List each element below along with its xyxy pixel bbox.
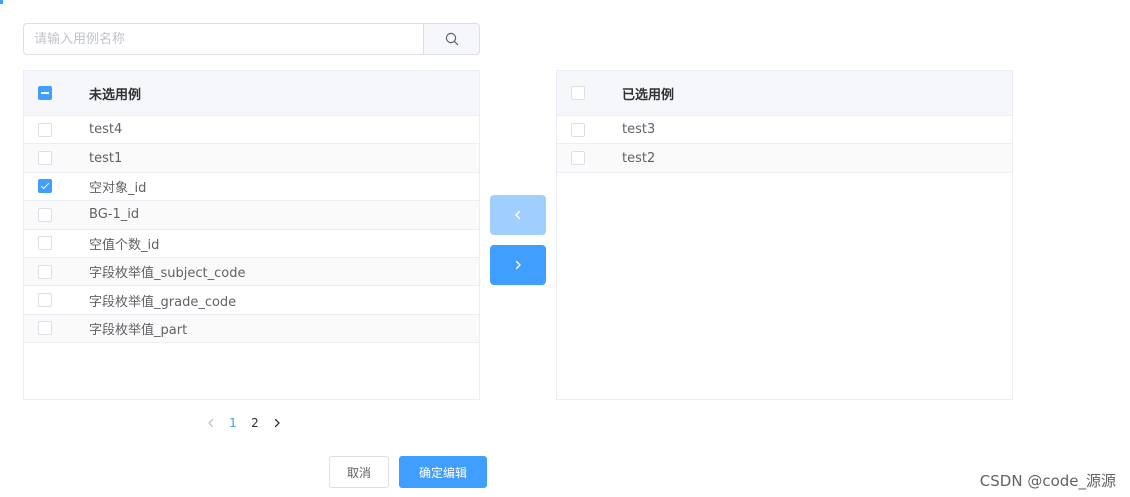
row-label: test3 [622, 122, 656, 138]
table-row[interactable]: test3 [557, 116, 1012, 145]
table-row[interactable]: 空对象_id [24, 173, 479, 202]
page-number[interactable]: 1 [222, 412, 244, 434]
chevron-right-icon [274, 418, 280, 428]
chevron-left-icon [515, 210, 521, 220]
table-header: 已选用例 [557, 71, 1012, 116]
row-checkbox[interactable] [571, 151, 585, 166]
selected-cases-table: 已选用例 test3 test2 [556, 70, 1013, 400]
table-header: 未选用例 [24, 71, 479, 116]
chevron-right-icon [515, 260, 521, 270]
move-to-selected-button[interactable] [490, 245, 546, 285]
row-label: BG-1_id [89, 207, 140, 223]
row-label: 空对象_id [89, 180, 147, 196]
table-row[interactable]: 字段枚举值_subject_code [24, 257, 479, 287]
table-row[interactable]: 空值个数_id [24, 230, 479, 258]
search-button[interactable] [423, 23, 480, 55]
row-checkbox[interactable] [38, 236, 52, 251]
unselected-cases-table: 未选用例 test4 test1 空对象_id BG-1_id 空值个数_id … [23, 70, 480, 400]
cancel-button[interactable]: 取消 [329, 456, 389, 488]
row-checkbox[interactable] [38, 207, 52, 222]
row-checkbox[interactable] [38, 179, 52, 194]
table-header-title: 未选用例 [89, 87, 142, 103]
row-checkbox[interactable] [38, 151, 52, 166]
table-row[interactable]: test4 [24, 116, 479, 145]
watermark: CSDN @code_源源 [979, 472, 1116, 490]
select-all-checkbox[interactable] [571, 86, 585, 100]
row-checkbox[interactable] [38, 293, 52, 308]
table-row[interactable]: test2 [557, 144, 1012, 173]
page-number[interactable]: 2 [244, 412, 266, 434]
pagination: 1 2 [200, 412, 288, 434]
next-page-button[interactable] [266, 412, 288, 434]
move-to-unselected-button[interactable] [490, 195, 546, 235]
confirm-edit-button[interactable]: 确定编辑 [399, 456, 487, 488]
row-label: 字段枚举值_grade_code [89, 294, 237, 310]
row-label: test4 [89, 122, 123, 138]
row-checkbox[interactable] [38, 321, 52, 336]
row-checkbox[interactable] [571, 122, 585, 137]
table-row[interactable]: 字段枚举值_part [24, 314, 479, 344]
accent-mark [0, 0, 3, 4]
search-input[interactable] [23, 23, 423, 55]
row-label: 字段枚举值_part [89, 322, 188, 338]
select-all-checkbox[interactable] [38, 86, 52, 100]
chevron-left-icon [208, 418, 214, 428]
row-checkbox[interactable] [38, 122, 52, 137]
row-label: test1 [89, 150, 123, 166]
row-label: 空值个数_id [89, 237, 160, 253]
search-bar [23, 23, 480, 55]
table-row[interactable]: 字段枚举值_grade_code [24, 286, 479, 315]
table-row[interactable]: test1 [24, 144, 479, 173]
table-row[interactable]: BG-1_id [24, 201, 479, 230]
row-checkbox[interactable] [38, 264, 52, 279]
row-label: 字段枚举值_subject_code [89, 266, 246, 282]
row-label: test2 [622, 150, 656, 166]
table-header-title: 已选用例 [622, 87, 675, 103]
prev-page-button[interactable] [200, 412, 222, 434]
search-icon [445, 32, 458, 46]
